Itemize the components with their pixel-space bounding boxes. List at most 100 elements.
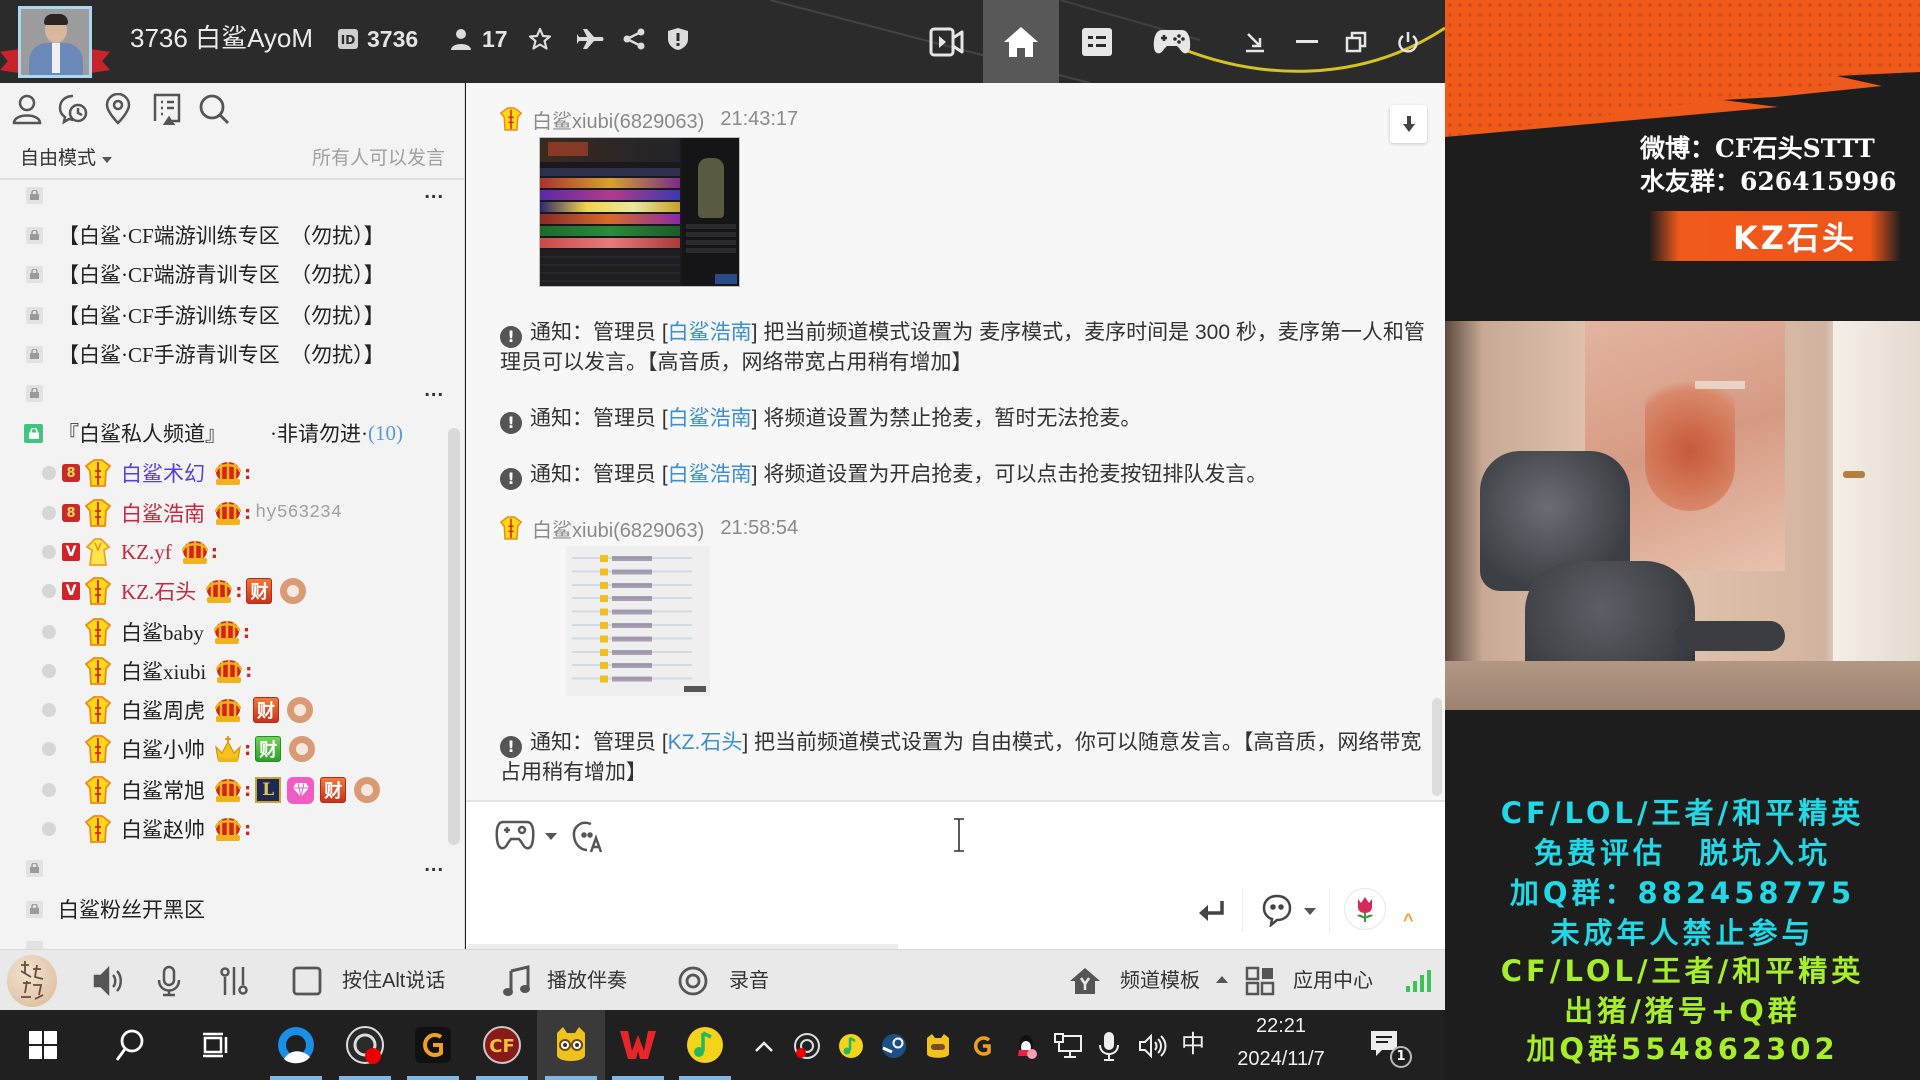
channel-item[interactable] xyxy=(26,373,446,413)
app-center-button[interactable]: 应用中心 xyxy=(1293,969,1373,993)
channel-template-button[interactable]: 频道模板 xyxy=(1120,969,1200,993)
sender-name[interactable]: 白鲨xiubi(6829063) xyxy=(532,105,704,134)
browser-app-icon[interactable] xyxy=(273,1022,319,1068)
app-grid-icon[interactable] xyxy=(1242,963,1278,999)
task-view-icon[interactable] xyxy=(192,1022,238,1068)
network-icon[interactable] xyxy=(1052,1030,1084,1062)
shield-alert-icon[interactable] xyxy=(664,24,692,54)
crossfire-app-icon[interactable]: CF xyxy=(479,1022,525,1068)
clock-time[interactable]: 22:21 xyxy=(1231,1014,1331,1038)
member-item[interactable]: 白鲨周虎 财 xyxy=(42,690,319,730)
member-item[interactable]: 8 白鲨浩南 : hy563234 xyxy=(42,493,342,533)
chevron-up-icon[interactable] xyxy=(1216,976,1228,983)
member-item[interactable]: 8 白鲨术幻 : xyxy=(42,453,255,493)
minimize-button[interactable] xyxy=(1284,0,1330,83)
windows-start-icon[interactable] xyxy=(20,1022,66,1068)
plane-icon[interactable] xyxy=(577,24,605,54)
message-input-area[interactable]: ^ xyxy=(466,800,1445,949)
yy-voice-tray-icon[interactable] xyxy=(922,1030,954,1062)
member-item[interactable]: 白鲨小帅 : 财 xyxy=(42,729,321,769)
sidebar-scrollbar[interactable] xyxy=(448,428,460,845)
game-button[interactable] xyxy=(1138,0,1206,83)
member-item[interactable]: 白鲨常旭 : L 财 xyxy=(42,770,386,810)
game-booster-app-icon[interactable] xyxy=(410,1022,456,1068)
show-hidden-icons-icon[interactable] xyxy=(748,1030,780,1062)
chevron-down-icon[interactable] xyxy=(1304,908,1316,915)
mixer-icon[interactable] xyxy=(216,963,252,999)
input-method-indicator[interactable]: 中 xyxy=(1181,1030,1205,1060)
more-button[interactable]: ... xyxy=(424,854,444,877)
yy-voice-app-icon[interactable] xyxy=(548,1022,594,1068)
microphone-tray-icon[interactable] xyxy=(1093,1030,1125,1062)
location-icon[interactable] xyxy=(100,91,136,127)
self-avatar[interactable] xyxy=(7,955,57,1007)
record-icon[interactable] xyxy=(675,963,711,999)
chat-scrollbar[interactable] xyxy=(1432,698,1442,796)
push-to-talk-label[interactable]: 按住Alt说话 xyxy=(342,969,445,993)
music-note-icon[interactable] xyxy=(498,963,534,999)
admin-link[interactable]: KZ.石头 xyxy=(668,731,743,754)
sender-name[interactable]: 白鲨xiubi(6829063) xyxy=(532,514,704,543)
enter-send-icon[interactable] xyxy=(1196,896,1228,924)
qq-tray-icon[interactable] xyxy=(1010,1030,1042,1062)
channel-item[interactable]: 【白鲨·CF端游训练专区 （勿扰）】 xyxy=(26,215,446,255)
obs-studio-tray-icon[interactable] xyxy=(791,1030,823,1062)
admin-link[interactable]: 白鲨浩南 xyxy=(668,463,752,486)
steam-tray-icon[interactable] xyxy=(878,1030,910,1062)
member-item[interactable]: 白鲨xiubi : xyxy=(42,651,256,691)
game-booster-tray-icon[interactable] xyxy=(966,1030,998,1062)
volume-icon[interactable] xyxy=(1136,1030,1168,1062)
record-button[interactable]: 录音 xyxy=(729,969,769,993)
share-icon[interactable] xyxy=(620,24,648,54)
power-button[interactable] xyxy=(1384,0,1432,83)
clock-date[interactable]: 2024/11/7 xyxy=(1231,1047,1331,1071)
flower-gift-button[interactable] xyxy=(1344,888,1386,930)
microphone-icon[interactable] xyxy=(151,963,187,999)
speaker-icon[interactable] xyxy=(90,963,126,999)
channel-item[interactable] xyxy=(26,175,446,215)
push-to-talk-checkbox[interactable] xyxy=(289,963,325,999)
chat-bubble-icon[interactable] xyxy=(1260,892,1294,928)
video-record-button[interactable] xyxy=(913,0,981,83)
chevron-down-icon[interactable] xyxy=(545,833,557,840)
private-channel[interactable]: 『白鲨私人频道』 ·非请勿进· (10) xyxy=(24,413,444,453)
list-button[interactable] xyxy=(1063,0,1131,83)
channel-item[interactable]: 【白鲨·CF手游青训专区 （勿扰）】 xyxy=(26,334,446,374)
game-screenshot-image[interactable] xyxy=(539,137,740,287)
search-icon[interactable] xyxy=(196,91,232,127)
channel-item[interactable] xyxy=(26,848,446,888)
more-button[interactable]: ... xyxy=(424,379,444,402)
member-item[interactable]: V KZ.yf : xyxy=(42,532,222,572)
user-icon[interactable] xyxy=(9,91,45,127)
minimize-to-tray-button[interactable] xyxy=(1226,0,1284,83)
member-item[interactable]: 白鲨赵帅 : xyxy=(42,809,255,849)
channel-item[interactable]: 白鲨粉丝开黑区 xyxy=(26,889,446,929)
admin-link[interactable]: 白鲨浩南 xyxy=(668,321,752,344)
admin-link[interactable]: 白鲨浩南 xyxy=(668,407,752,430)
accompaniment-button[interactable]: 播放伴奏 xyxy=(547,969,627,993)
member-item[interactable]: V KZ.石头 : 财 xyxy=(42,571,312,611)
home-button[interactable] xyxy=(983,0,1059,83)
star-icon[interactable] xyxy=(526,24,554,54)
announcement-icon[interactable] xyxy=(149,91,185,127)
scroll-to-bottom-button[interactable] xyxy=(1390,105,1427,143)
channel-item[interactable] xyxy=(26,929,446,949)
member-list-screenshot-image[interactable] xyxy=(566,546,710,696)
more-button[interactable]: ... xyxy=(424,181,444,204)
chat-history-icon[interactable] xyxy=(55,91,91,127)
channel-item[interactable]: 【白鲨·CF端游青训专区 （勿扰）】 xyxy=(26,254,446,294)
game-icon[interactable] xyxy=(494,816,536,856)
channel-item[interactable]: 【白鲨·CF手游训练专区 （勿扰）】 xyxy=(26,295,446,335)
search-icon[interactable] xyxy=(107,1022,153,1068)
wps-office-app-icon[interactable] xyxy=(615,1022,661,1068)
mode-dropdown[interactable]: 自由模式 xyxy=(20,147,113,171)
channel-template-icon[interactable] xyxy=(1067,963,1103,999)
expand-icon[interactable]: ^ xyxy=(1403,910,1414,931)
member-item[interactable]: 白鲨baby : xyxy=(42,612,254,652)
ai-voice-icon[interactable] xyxy=(570,816,606,856)
restore-button[interactable] xyxy=(1332,0,1380,83)
qq-music-app-icon[interactable] xyxy=(682,1022,728,1068)
qq-music-tray-icon[interactable] xyxy=(835,1030,867,1062)
obs-studio-app-icon[interactable] xyxy=(342,1022,388,1068)
channel-avatar[interactable] xyxy=(0,4,112,80)
